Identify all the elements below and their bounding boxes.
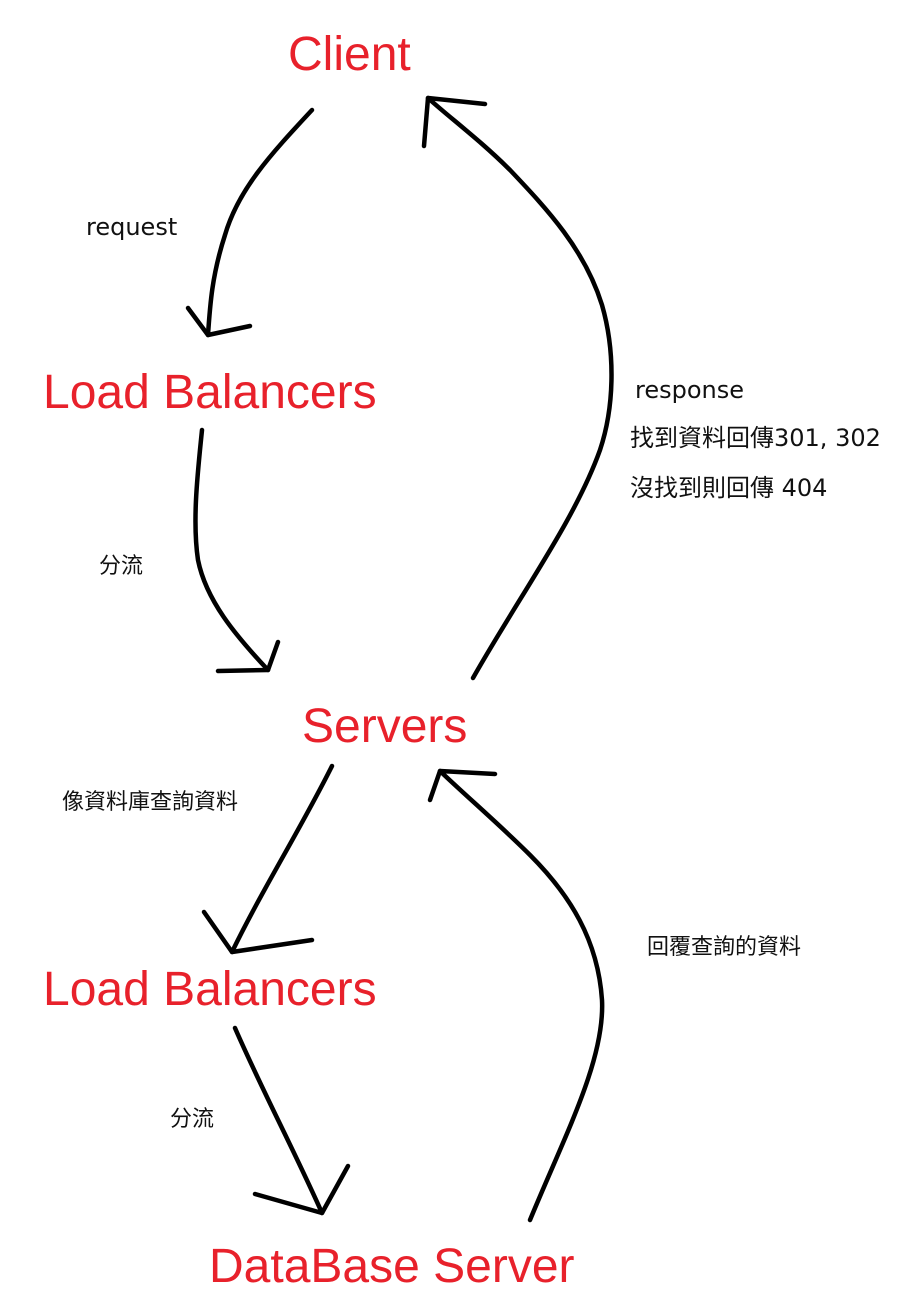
db-reply-label: 回覆查詢的資料 [647,935,802,960]
db-reply-arrow [437,768,605,1223]
db-query-arrow [229,763,335,955]
response-label: response [635,376,745,404]
load-balancers-node-2: Load Balancers [43,963,377,1016]
client-node: Client [288,28,411,81]
request-arrow [205,107,315,338]
response-found-label: 找到資料回傳301, 302 [630,424,881,452]
db-query-arrowhead [201,909,315,955]
db-query-label: 像資料庫查詢資料 [62,790,239,815]
split-label-1: 分流 [99,554,144,579]
split-arrow-1 [193,427,271,673]
db-reply-arrowhead [427,768,498,803]
request-arrowhead [185,305,253,338]
response-arrow [425,95,614,681]
arrows-layer [185,95,614,1223]
split-arrow-2 [232,1025,325,1216]
response-not-found-label: 沒找到則回傳 404 [630,474,828,502]
load-balancers-node-1: Load Balancers [43,366,377,419]
database-server-node: DataBase Server [209,1240,575,1293]
split-label-2: 分流 [170,1107,215,1132]
request-label: request [86,213,178,241]
servers-node: Servers [302,700,468,753]
